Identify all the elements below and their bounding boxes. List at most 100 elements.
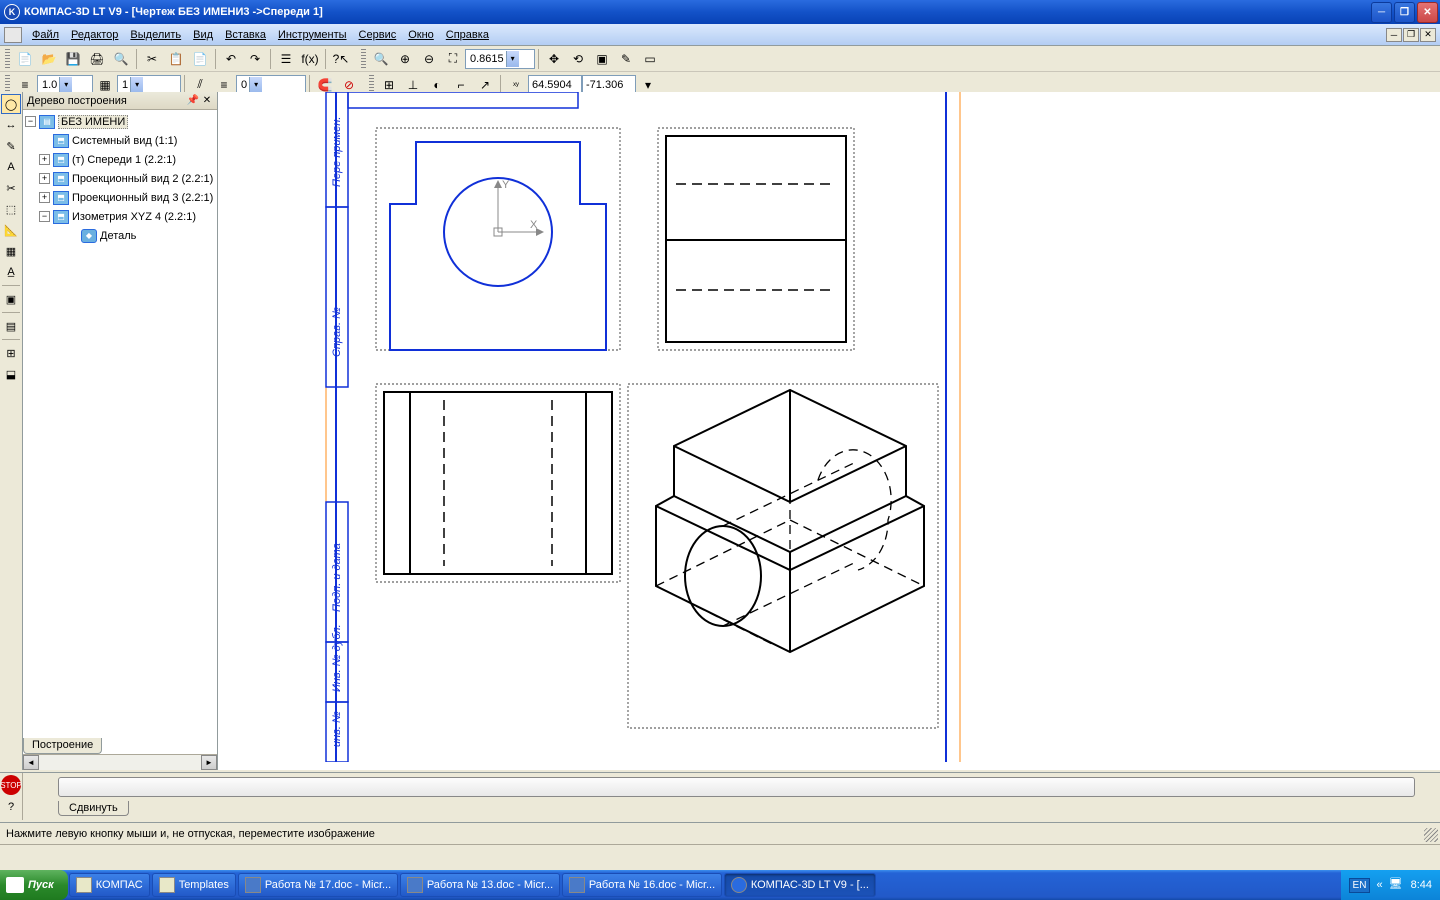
drawing-canvas[interactable]: Пере примен. Справ. № Подп. и дата Инв. … [218, 92, 1440, 770]
tree-body[interactable]: − ▤ БЕЗ ИМЕНИ ⬒ Системный вид (1:1) + ⬒ … [23, 110, 217, 738]
taskbar-item-active[interactable]: КОМПАС-3D LT V9 - [... [724, 873, 876, 897]
close-button[interactable]: ✕ [1417, 2, 1438, 23]
menu-help[interactable]: Справка [440, 27, 495, 43]
tree-detail[interactable]: ◆ Деталь [25, 226, 215, 245]
scroll-left[interactable]: ◄ [23, 755, 39, 770]
report-tool[interactable]: ⬓ [1, 364, 21, 384]
open-button[interactable]: 📂 [38, 48, 60, 70]
pin-button[interactable]: 📌 [187, 95, 199, 107]
tree-item[interactable]: + ⬒ (т) Спереди 1 (2.2:1) [25, 150, 215, 169]
titlebar: K КОМПАС-3D LT V9 - [Чертеж БЕЗ ИМЕНИ3 -… [0, 0, 1440, 24]
menu-select[interactable]: Выделить [124, 27, 187, 43]
properties-button[interactable]: ☰ [275, 48, 297, 70]
cut-button[interactable]: ✂ [141, 48, 163, 70]
select-tool[interactable]: ▦ [1, 241, 21, 261]
tree-item[interactable]: + ⬒ Проекционный вид 3 (2.2:1) [25, 188, 215, 207]
refresh-button[interactable]: ✎ [615, 48, 637, 70]
taskbar-item[interactable]: Работа № 17.doc - Micr... [238, 873, 398, 897]
undo-button[interactable]: ↶ [220, 48, 242, 70]
help-cursor-button[interactable]: ?↖ [330, 48, 352, 70]
mdi-close[interactable]: ✕ [1420, 28, 1436, 42]
view-icon: ⬒ [53, 134, 69, 148]
drawing-icon: ▤ [39, 115, 55, 129]
expand-icon[interactable]: − [25, 116, 36, 127]
doc-tab[interactable]: Построение [23, 738, 102, 754]
command-input[interactable] [58, 777, 1415, 797]
measure-tool[interactable]: 📐 [1, 220, 21, 240]
tree-item[interactable]: ⬒ Системный вид (1:1) [25, 131, 215, 150]
system-tray: EN « 🖥 8:44 [1341, 870, 1440, 900]
menu-tools[interactable]: Инструменты [272, 27, 353, 43]
redo-button[interactable]: ↷ [244, 48, 266, 70]
start-button[interactable]: Пуск [0, 870, 68, 900]
restore-button[interactable]: ❐ [1394, 2, 1415, 23]
word-icon [407, 877, 423, 893]
tree-panel: Дерево построения 📌 ✕ − ▤ БЕЗ ИМЕНИ ⬒ Си… [23, 92, 218, 770]
expand-icon[interactable]: + [39, 154, 50, 165]
mdi-restore[interactable]: ❐ [1403, 28, 1419, 42]
symbols-tool[interactable]: ✎ [1, 136, 21, 156]
zoom-frame-button[interactable]: 🔍 [370, 48, 392, 70]
expand-icon[interactable]: − [39, 211, 50, 222]
geometry-tool[interactable]: ◯ [1, 94, 21, 114]
save-button[interactable]: 💾 [62, 48, 84, 70]
taskbar-item[interactable]: Работа № 16.doc - Micr... [562, 873, 722, 897]
toolbar-grip[interactable] [361, 49, 366, 69]
expand-icon[interactable]: + [39, 192, 50, 203]
variables-button[interactable]: f(x) [299, 48, 321, 70]
view-icon: ⬒ [53, 172, 69, 186]
params-tool[interactable]: ⬚ [1, 199, 21, 219]
system-menu-icon[interactable] [4, 27, 22, 43]
view-icon: ⬒ [53, 191, 69, 205]
expand-icon[interactable]: + [39, 173, 50, 184]
scroll-right[interactable]: ► [201, 755, 217, 770]
menu-file[interactable]: Файл [26, 27, 65, 43]
menu-window[interactable]: Окно [402, 27, 440, 43]
zoom-combo[interactable]: 0.8615▾ [465, 49, 535, 69]
tree-scrollbar[interactable]: ◄ ► [23, 754, 217, 770]
language-indicator[interactable]: EN [1349, 878, 1371, 893]
minimize-button[interactable]: ─ [1371, 2, 1392, 23]
tree-item[interactable]: + ⬒ Проекционный вид 2 (2.2:1) [25, 169, 215, 188]
close-panel-button[interactable]: ✕ [201, 95, 213, 107]
tree-root[interactable]: − ▤ БЕЗ ИМЕНИ [25, 112, 215, 131]
tray-icon[interactable]: 🖥 [1389, 877, 1405, 893]
svg-text:Подп. и дата: Подп. и дата [331, 543, 343, 612]
stop-button[interactable]: STOP [1, 775, 21, 795]
zoom-scale-button[interactable]: ⛶ [442, 48, 464, 70]
tray-expand-icon[interactable]: « [1376, 879, 1382, 891]
spec-tool[interactable]: A̲ [1, 262, 21, 282]
menu-editor[interactable]: Редактор [65, 27, 124, 43]
paste-button[interactable]: 📄 [189, 48, 211, 70]
views-tool[interactable]: ▣ [1, 289, 21, 309]
display-button[interactable]: ▭ [639, 48, 661, 70]
menu-service[interactable]: Сервис [353, 27, 403, 43]
command-tab[interactable]: Сдвинуть [58, 801, 129, 816]
taskbar-item[interactable]: Templates [152, 873, 236, 897]
taskbar-item[interactable]: Работа № 13.doc - Micr... [400, 873, 560, 897]
zoom-prev-button[interactable]: ⟲ [567, 48, 589, 70]
mdi-minimize[interactable]: ─ [1386, 28, 1402, 42]
taskbar-item[interactable]: КОМПАС [69, 873, 150, 897]
new-button[interactable]: 📄 [14, 48, 36, 70]
zoom-in-button[interactable]: ⊕ [394, 48, 416, 70]
insert-tool[interactable]: ▤ [1, 316, 21, 336]
menu-view[interactable]: Вид [187, 27, 219, 43]
zoom-all-button[interactable]: ▣ [591, 48, 613, 70]
tables-tool[interactable]: ⊞ [1, 343, 21, 363]
dimensions-tool[interactable]: ↔ [1, 115, 21, 135]
preview-button[interactable]: 🔍 [110, 48, 132, 70]
zoom-out-button[interactable]: ⊖ [418, 48, 440, 70]
resize-grip[interactable] [1424, 828, 1438, 842]
print-button[interactable]: 🖨 [86, 48, 108, 70]
copy-button[interactable]: 📋 [165, 48, 187, 70]
text-tool[interactable]: A [1, 157, 21, 177]
help-button[interactable]: ? [1, 797, 21, 817]
clock[interactable]: 8:44 [1411, 879, 1432, 891]
pan-button[interactable]: ✥ [543, 48, 565, 70]
menu-insert[interactable]: Вставка [219, 27, 272, 43]
tree-item[interactable]: − ⬒ Изометрия XYZ 4 (2.2:1) [25, 207, 215, 226]
folder-icon [159, 877, 175, 893]
edit-tool[interactable]: ✂ [1, 178, 21, 198]
toolbar-grip[interactable] [5, 49, 10, 69]
